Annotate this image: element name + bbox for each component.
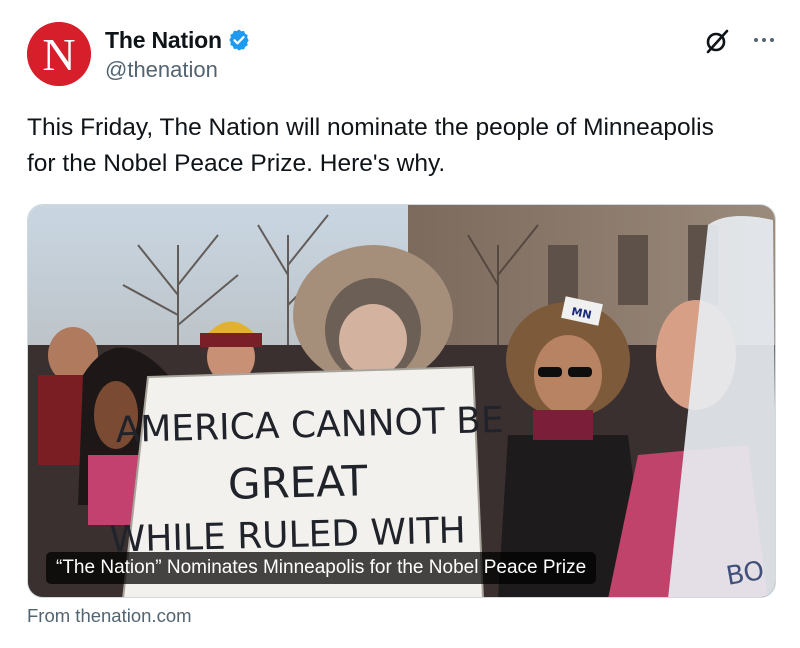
handle[interactable]: @thenation: [105, 57, 251, 83]
verified-badge-icon: [227, 28, 251, 52]
beanie-text: SOTA: [219, 323, 244, 333]
card-source[interactable]: From thenation.com: [27, 605, 192, 627]
avatar[interactable]: N: [27, 22, 91, 86]
avatar-letter: N: [42, 29, 75, 80]
sign-line-2: GREAT: [227, 456, 368, 509]
protest-photo: SOTA MN BO AMERICA CANNOT BE GREAT WHILE…: [28, 205, 775, 597]
tweet-text: This Friday, The Nation will nominate th…: [27, 114, 714, 177]
link-card[interactable]: SOTA MN BO AMERICA CANNOT BE GREAT WHILE…: [27, 204, 776, 598]
display-name[interactable]: The Nation: [105, 27, 222, 54]
more-icon[interactable]: [749, 26, 779, 56]
card-title: “The Nation” Nominates Minneapolis for t…: [46, 552, 597, 584]
tweet-header: N The Nation @thenation: [27, 22, 777, 88]
grok-icon[interactable]: [702, 26, 732, 56]
